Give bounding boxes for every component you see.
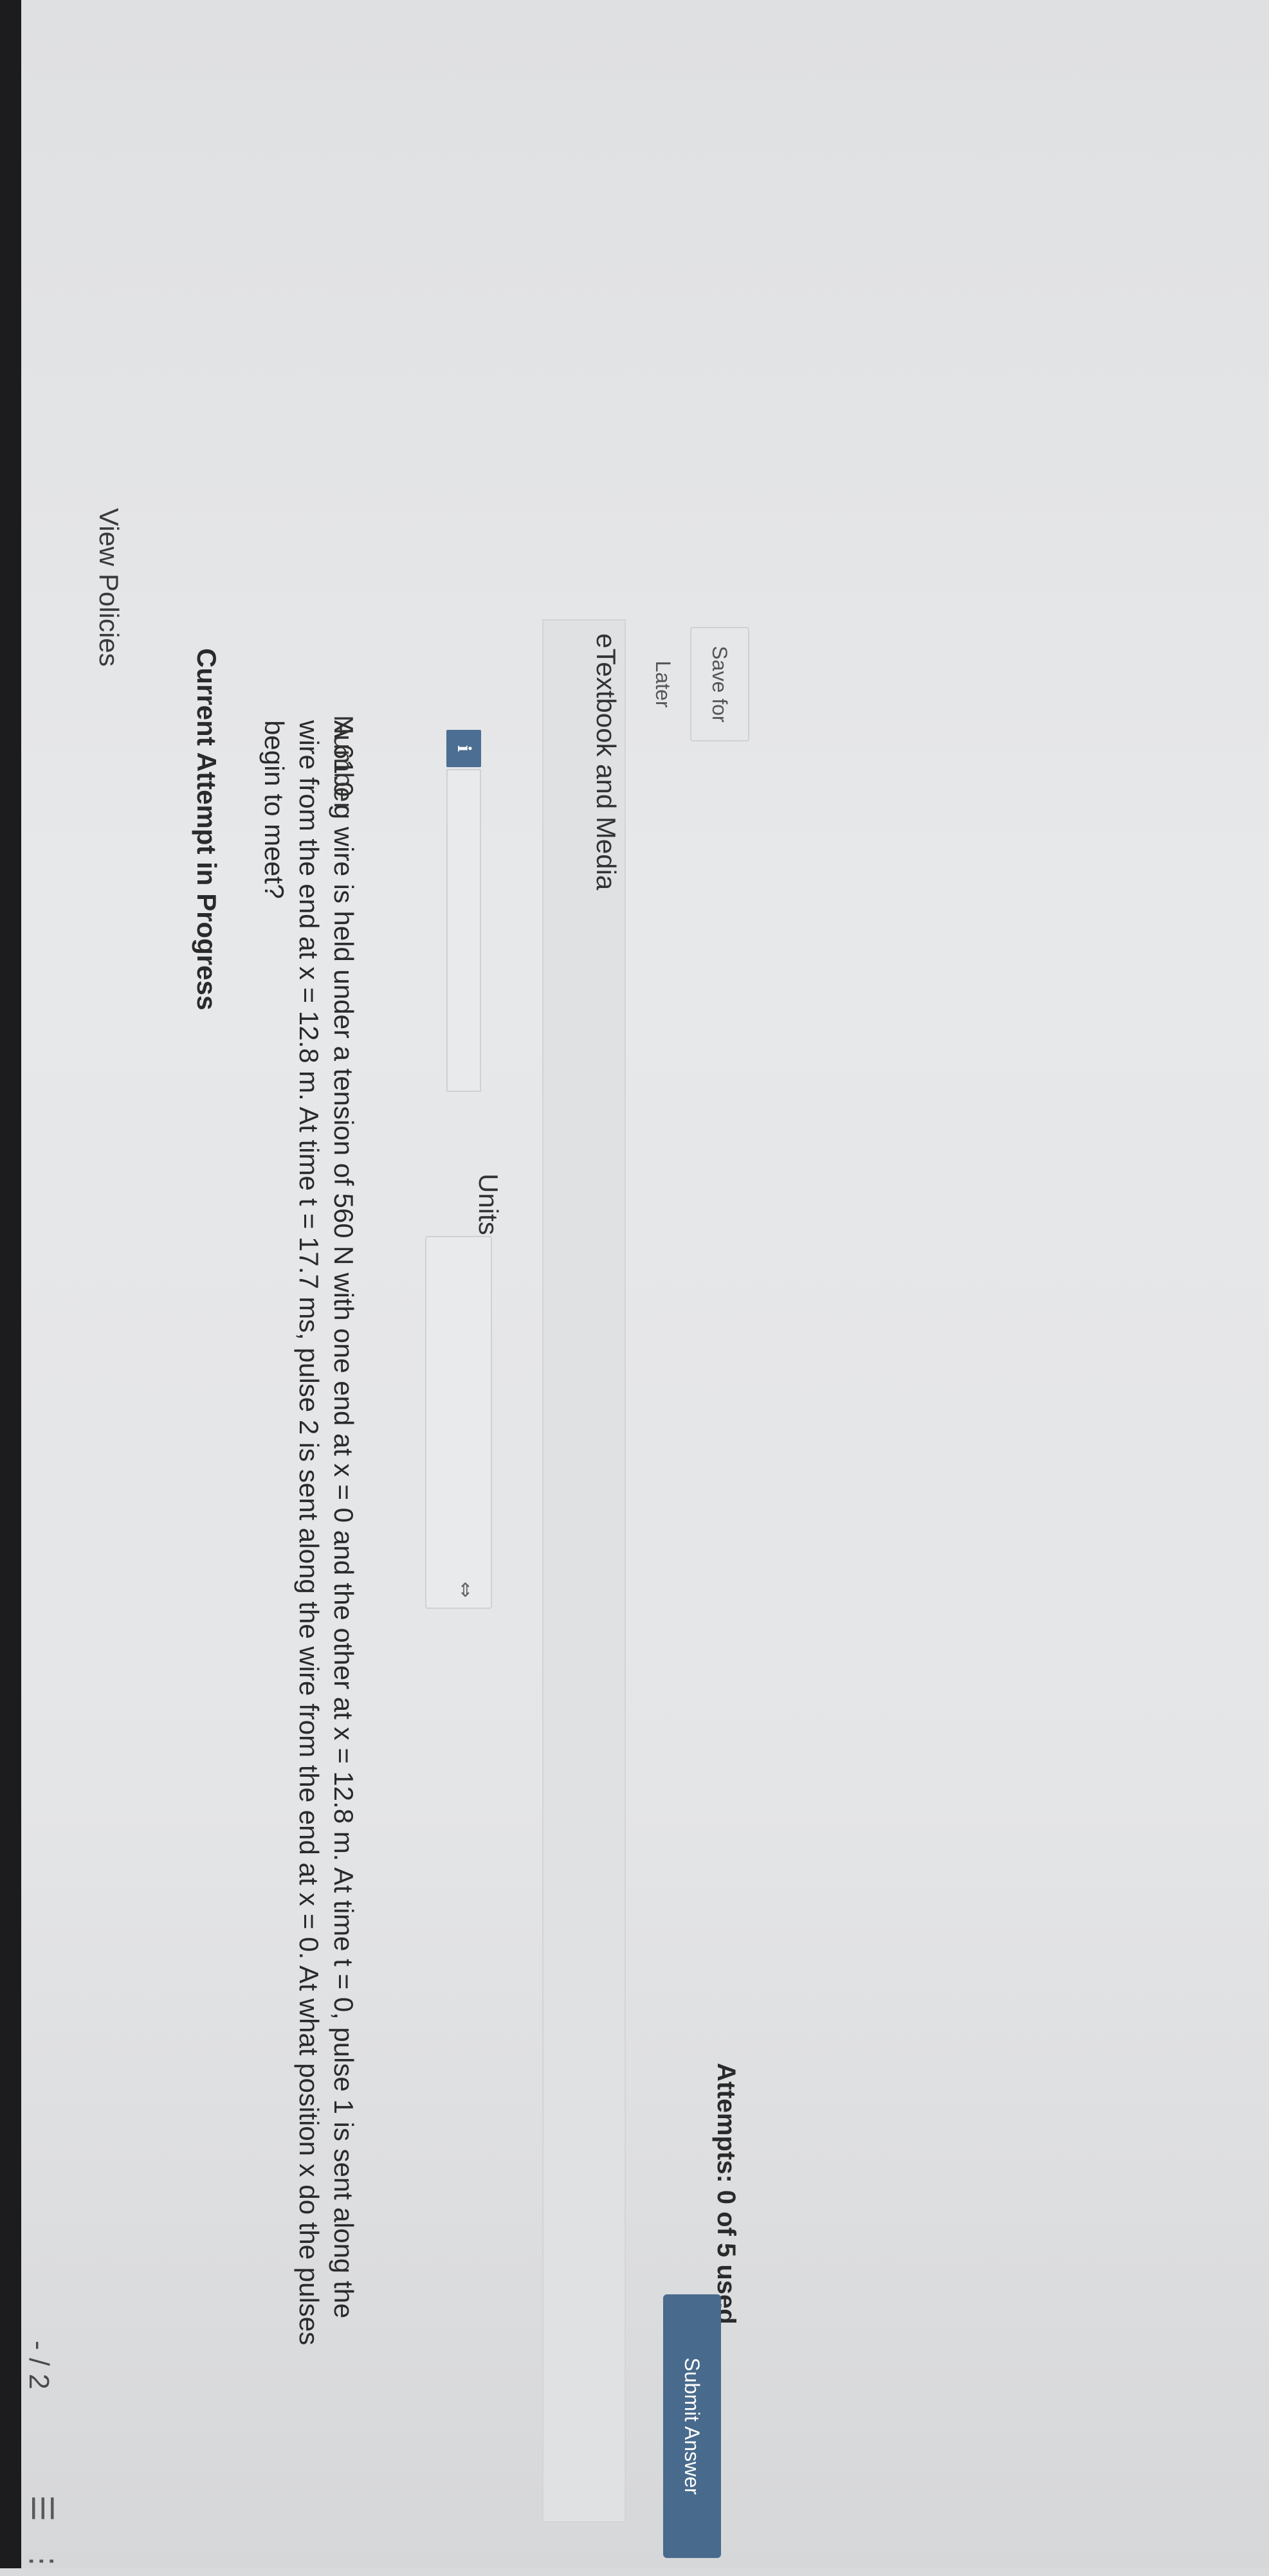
number-input[interactable] — [446, 769, 481, 1092]
submit-answer-button[interactable]: Submit Answer — [663, 2294, 721, 2558]
units-select[interactable]: ⇕ — [425, 1236, 492, 1609]
info-icon[interactable]: i — [446, 730, 481, 767]
view-policies-link[interactable]: View Policies — [93, 508, 124, 667]
top-bar — [0, 0, 21, 2568]
number-label: Number — [329, 715, 359, 812]
updown-chevron-icon: ⇕ — [457, 1579, 474, 1601]
units-label: Units — [473, 1174, 504, 1235]
question-text: A 61.0 g wire is held under a tension of… — [259, 720, 359, 2346]
attempts-counter: Attempts: 0 of 5 used — [712, 2063, 740, 2325]
attempt-heading: Current Attempt in Progress — [192, 648, 222, 1011]
page-indicator: - / 2 — [23, 2341, 55, 2390]
more-vertical-icon[interactable]: ⋮ — [25, 2546, 60, 2576]
list-icon[interactable]: ☰ — [25, 2495, 60, 2521]
etextbook-panel[interactable] — [542, 619, 626, 2523]
etextbook-label: eTextbook and Media — [591, 633, 621, 891]
assignment-page: - / 2 ☰ ⋮ View Policies Current Attempt … — [0, 0, 1269, 2576]
save-for-later-button[interactable]: Save for Later — [652, 627, 749, 741]
